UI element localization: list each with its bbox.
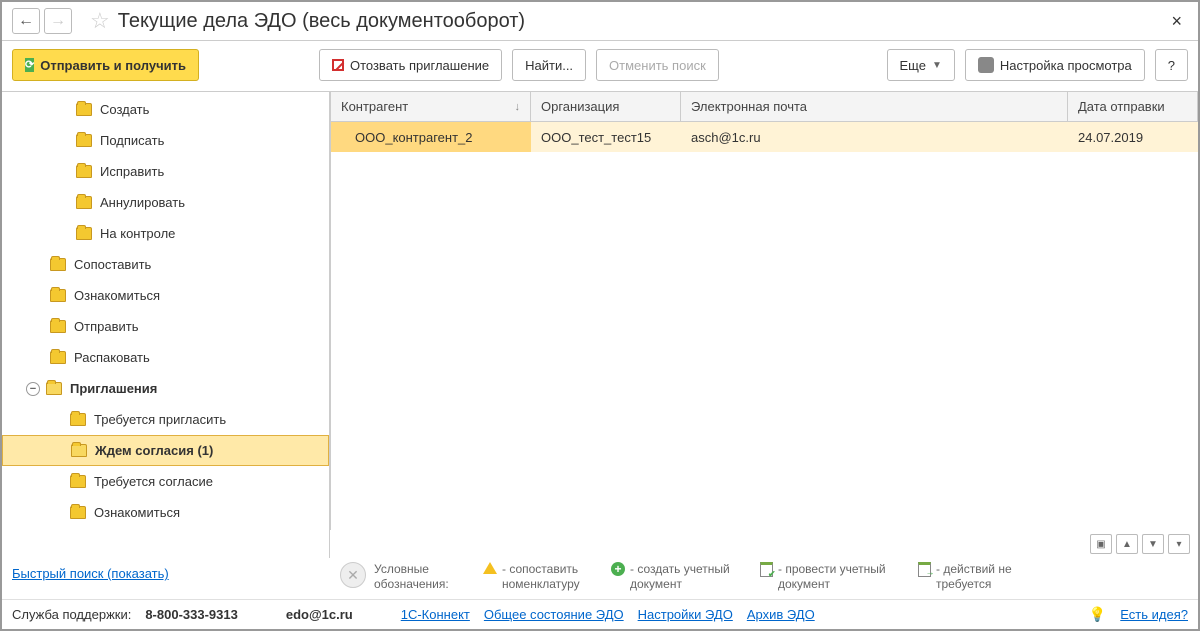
tree-invitations[interactable]: − Приглашения [2,373,329,404]
legend-noaction: - действий не требуется [916,562,1036,591]
find-button[interactable]: Найти... [512,49,586,81]
cell-counterparty: ООО_контрагент_2 [331,122,531,152]
tree-match[interactable]: Сопоставить [2,249,329,280]
table-row[interactable]: ООО_контрагент_2 ООО_тест_тест15 asch@1c… [331,122,1198,152]
legend-post: - провести учетный документ [758,562,908,591]
legend-create: +- создать учетный документ [610,562,750,591]
folder-icon [76,196,92,209]
star-icon[interactable]: ☆ [90,8,110,34]
tree-review2[interactable]: Ознакомиться [2,497,329,528]
send-receive-button[interactable]: ⟳ Отправить и получить [12,49,199,81]
folder-icon [70,506,86,519]
tree-annul[interactable]: Аннулировать [2,187,329,218]
support-label: Служба поддержки: [12,607,131,622]
plus-icon: + [611,562,625,576]
col-counterparty[interactable]: Контрагент↓ [331,92,531,121]
chevron-down-icon: ▼ [932,60,942,71]
sort-arrow-icon: ↓ [515,101,521,113]
idea-link[interactable]: Есть идея? [1120,607,1188,622]
doc-noaction-icon [918,562,931,577]
sync-icon: ⟳ [25,58,34,72]
warning-icon [483,562,497,574]
folder-icon [70,413,86,426]
tree-need-consent[interactable]: Требуется согласие [2,466,329,497]
cancel-search-button: Отменить поиск [596,49,719,81]
sidebar[interactable]: Создать Подписать Исправить Аннулировать… [2,92,330,558]
close-icon[interactable]: × [1165,11,1188,32]
tree-wait-consent[interactable]: Ждем согласия (1) [2,435,329,466]
doc-post-icon [760,562,773,577]
support-phone: 8-800-333-9313 [145,607,238,622]
tree-fix[interactable]: Исправить [2,156,329,187]
bulb-icon: 💡 [1089,606,1106,623]
folder-icon [76,165,92,178]
folder-icon [50,258,66,271]
view-settings-button[interactable]: Настройка просмотра [965,49,1145,81]
legend-label: Условные обозначения: [374,562,474,591]
edo-status-link[interactable]: Общее состояние ЭДО [484,607,624,622]
tree-send[interactable]: Отправить [2,311,329,342]
connect-link[interactable]: 1С-Коннект [401,607,470,622]
edo-settings-link[interactable]: Настройки ЭДО [638,607,733,622]
col-email[interactable]: Электронная почта [681,92,1068,121]
support-email: edo@1c.ru [286,607,353,622]
revoke-icon [332,59,344,71]
last-page-button[interactable]: ▾ [1168,534,1190,554]
page-title: Текущие дела ЭДО (весь документооборот) [118,10,1166,33]
cell-email: asch@1c.ru [681,122,1068,152]
cell-org: ООО_тест_тест15 [531,122,681,152]
delete-button[interactable]: ✕ [340,562,366,588]
forward-button[interactable]: → [44,8,72,34]
main-table: Контрагент↓ Организация Электронная почт… [330,92,1198,530]
folder-open-icon [46,382,62,395]
tree-sign[interactable]: Подписать [2,125,329,156]
folder-icon [50,289,66,302]
prev-page-button[interactable]: ▲ [1116,534,1138,554]
folder-icon [50,320,66,333]
col-date[interactable]: Дата отправки [1068,92,1198,121]
tree-review[interactable]: Ознакомиться [2,280,329,311]
folder-icon [76,227,92,240]
back-button[interactable]: ← [12,8,40,34]
folder-icon [50,351,66,364]
help-button[interactable]: ? [1155,49,1188,81]
collapse-icon[interactable]: − [26,382,40,396]
first-page-button[interactable]: ▣ [1090,534,1112,554]
col-org[interactable]: Организация [531,92,681,121]
quick-search-link[interactable]: Быстрый поиск (показать) [12,566,169,581]
more-button[interactable]: Еще ▼ [887,49,955,81]
next-page-button[interactable]: ▼ [1142,534,1164,554]
folder-icon [76,103,92,116]
cell-date: 24.07.2019 [1068,122,1198,152]
edo-archive-link[interactable]: Архив ЭДО [747,607,815,622]
folder-open-icon [71,444,87,457]
legend-match: - сопоставить номенклатуру [482,562,602,591]
tree-unpack[interactable]: Распаковать [2,342,329,373]
tree-need-invite[interactable]: Требуется пригласить [2,404,329,435]
folder-icon [76,134,92,147]
revoke-invite-button[interactable]: Отозвать приглашение [319,49,502,81]
gear-icon [978,57,994,73]
folder-icon [70,475,86,488]
tree-on-control[interactable]: На контроле [2,218,329,249]
tree-create[interactable]: Создать [2,94,329,125]
